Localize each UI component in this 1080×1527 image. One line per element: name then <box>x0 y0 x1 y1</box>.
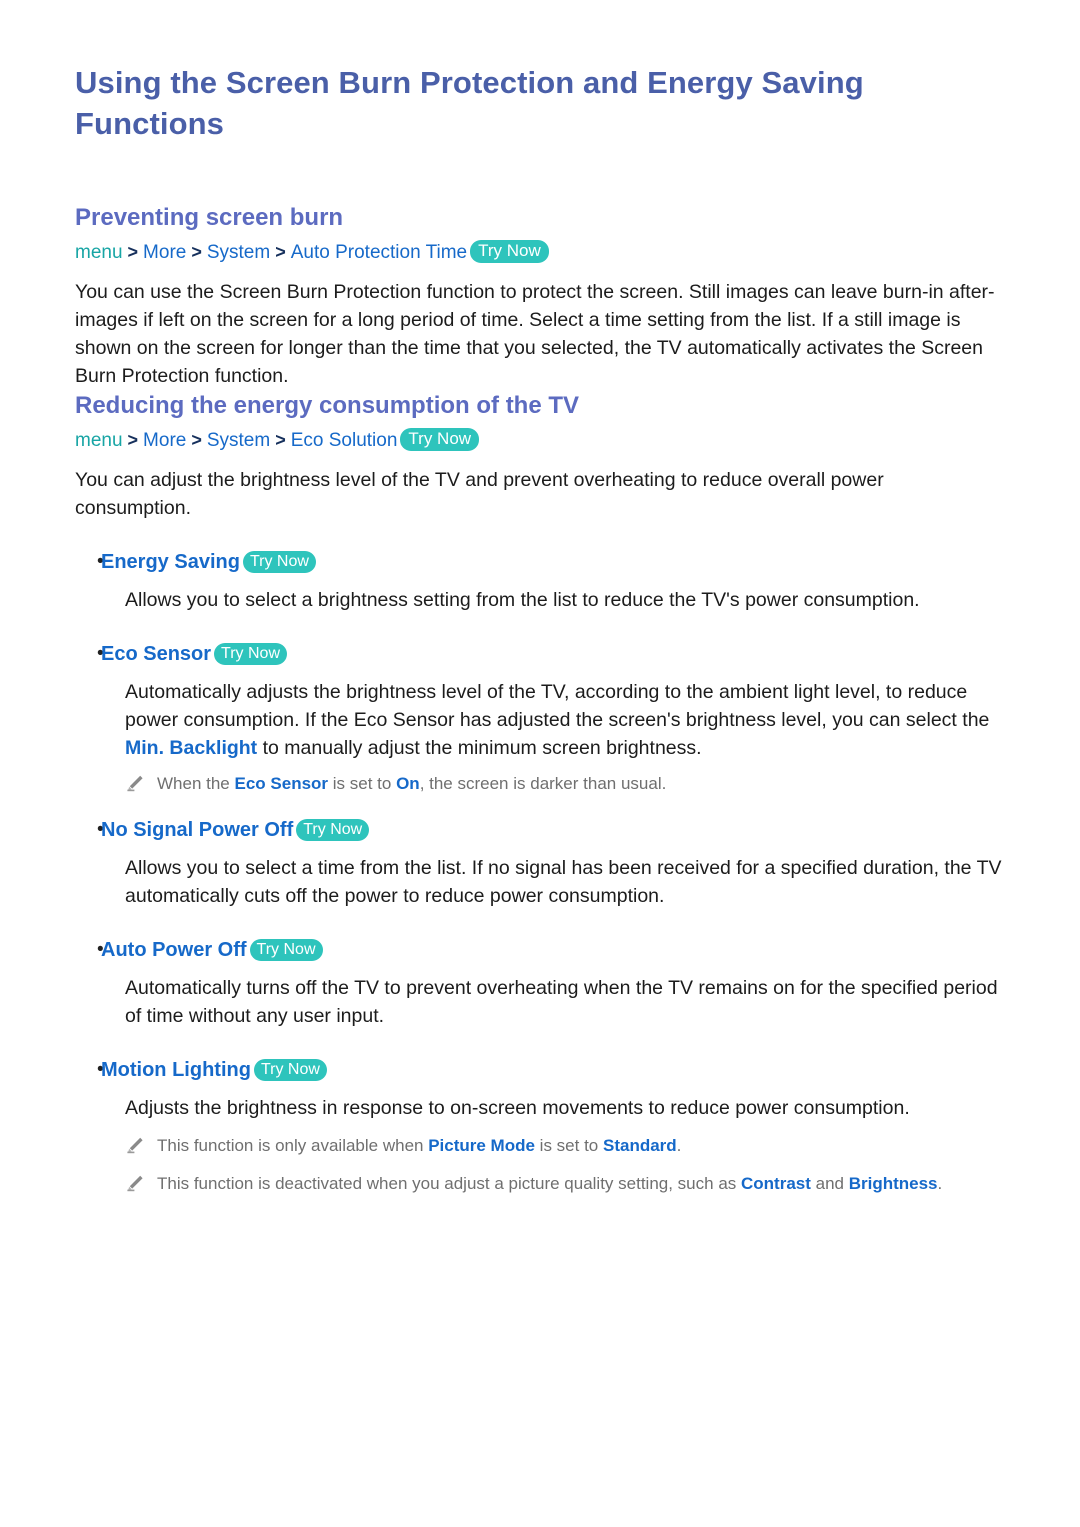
feature-description: Automatically turns off the TV to preven… <box>125 974 1005 1030</box>
desc-part-1: Automatically adjusts the brightness lev… <box>125 681 990 731</box>
feature-description-text: Automatically turns off the TV to preven… <box>125 977 998 1027</box>
desc-part-2: to manually adjust the minimum screen br… <box>257 737 702 759</box>
feature-description: Automatically adjusts the brightness lev… <box>125 678 1005 762</box>
note-part-2: and <box>810 1174 849 1193</box>
note-row: This function is only available when Pic… <box>125 1134 1005 1158</box>
list-item: Auto Power OffTry Now <box>75 936 1005 964</box>
try-now-badge[interactable]: Try Now <box>249 939 323 961</box>
note-part-1: This function is only available when <box>157 1136 429 1155</box>
note-row: When the Eco Sensor is set to On, the sc… <box>125 772 1005 796</box>
bullet-icon <box>75 548 101 576</box>
chevron-right-icon: > <box>191 430 202 450</box>
breadcrumb-item-more[interactable]: More <box>143 242 186 263</box>
breadcrumb-item-eco-solution[interactable]: Eco Solution <box>291 430 398 451</box>
breadcrumb: menu > More > System > Auto Protection Time Try… <box>75 239 1005 266</box>
try-now-badge[interactable]: Try Now <box>253 1059 327 1081</box>
feature-label-text: Motion Lighting <box>101 1059 251 1081</box>
feature-label-energy-saving[interactable]: Energy Saving Try Now <box>101 548 316 576</box>
document-content: Using the Screen Burn Protection and Ene… <box>75 62 1005 1210</box>
feature-description: Allows you to select a time from the lis… <box>125 854 1005 910</box>
note-part-2: is set to <box>328 774 397 793</box>
chevron-right-icon: > <box>127 430 139 450</box>
note-part-3: . <box>676 1136 682 1155</box>
feature-description-text: Allows you to select a time from the lis… <box>125 857 1002 907</box>
bullet-icon <box>75 640 101 668</box>
note-part-3: . <box>937 1174 943 1193</box>
note-part-1: When the <box>157 774 235 793</box>
pencil-icon <box>125 1136 157 1160</box>
breadcrumb-root[interactable]: menu <box>75 430 123 451</box>
note-part-2: is set to <box>534 1136 603 1155</box>
document-page: Using the Screen Burn Protection and Ene… <box>0 0 1080 1527</box>
note-bold-picture-mode: Picture Mode <box>428 1136 535 1155</box>
pencil-icon <box>125 1174 157 1198</box>
try-now-badge[interactable]: Try Now <box>400 428 480 451</box>
section-heading: Preventing screen burn <box>75 204 344 231</box>
section-paragraph: You can adjust the brightness level of t… <box>75 469 884 519</box>
feature-label-text: No Signal Power Off <box>101 819 294 841</box>
section-reducing-energy-consumption: Reducing the energy consumption of the T… <box>75 390 1005 522</box>
try-now-badge[interactable]: Try Now <box>470 240 549 263</box>
feature-label-text: Energy Saving <box>101 551 240 573</box>
section-heading: Reducing the energy consumption of the T… <box>75 392 580 419</box>
list-item: Eco SensorTry Now <box>75 640 1005 668</box>
feature-description: Adjusts the brightness in response to on… <box>125 1094 1005 1122</box>
try-now-badge[interactable]: Try Now <box>242 551 316 573</box>
note-text: This function is only available when Pic… <box>157 1134 681 1158</box>
note-bold-on: On <box>396 774 420 793</box>
list-item: No Signal Power OffTry Now <box>75 816 1005 844</box>
feature-label-no-signal-power-off[interactable]: No Signal Power Off Try Now <box>101 816 370 844</box>
breadcrumb-item-auto-protection-time[interactable]: Auto Protection Time <box>291 242 467 263</box>
note-row: This function is deactivated when you ad… <box>125 1172 1005 1196</box>
note-part-1: This function is deactivated when you ad… <box>157 1174 741 1193</box>
feature-description-text: Adjusts the brightness in response to on… <box>125 1097 910 1119</box>
breadcrumb: menu > More > System > Eco Solution Try Now <box>75 427 1005 454</box>
feature-label-motion-lighting[interactable]: Motion Lighting Try Now <box>101 1056 327 1084</box>
chevron-right-icon: > <box>127 242 139 262</box>
note-text: This function is deactivated when you ad… <box>157 1172 942 1196</box>
page-title: Using the Screen Burn Protection and Ene… <box>75 65 864 141</box>
breadcrumb-root[interactable]: menu <box>75 242 123 263</box>
note-bold-eco-sensor: Eco Sensor <box>234 774 329 793</box>
note-bold-contrast: Contrast <box>741 1174 811 1193</box>
list-item: Motion LightingTry Now <box>75 1056 1005 1084</box>
section-preventing-screen-burn: Preventing screen burn menu > More > System >… <box>75 202 1005 390</box>
feature-label-text: Eco Sensor <box>101 643 212 665</box>
note-text: When the Eco Sensor is set to On, the sc… <box>157 772 666 796</box>
list-item: Energy SavingTry Now <box>75 548 1005 576</box>
chevron-right-icon: > <box>275 242 286 262</box>
feature-description-text: Allows you to select a brightness settin… <box>125 589 920 611</box>
pencil-icon <box>125 774 157 798</box>
bullet-icon <box>75 936 101 964</box>
breadcrumb-item-system[interactable]: System <box>207 430 270 451</box>
try-now-badge[interactable]: Try Now <box>214 643 288 665</box>
breadcrumb-item-system[interactable]: System <box>207 242 270 263</box>
bullet-icon <box>75 1056 101 1084</box>
feature-label-eco-sensor[interactable]: Eco Sensor Try Now <box>101 640 288 668</box>
try-now-badge[interactable]: Try Now <box>296 819 370 841</box>
feature-label-text: Auto Power Off <box>101 939 247 961</box>
inline-link-min-backlight[interactable]: Min. Backlight <box>125 737 257 759</box>
bullet-icon <box>75 816 101 844</box>
breadcrumb-item-more[interactable]: More <box>143 430 186 451</box>
section-paragraph: You can use the Screen Burn Protection f… <box>75 281 995 387</box>
feature-description-text: Automatically adjusts the brightness lev… <box>125 678 1005 762</box>
note-bold-brightness: Brightness <box>848 1174 938 1193</box>
note-part-3: , the screen is darker than usual. <box>419 774 667 793</box>
feature-description: Allows you to select a brightness settin… <box>125 586 1005 614</box>
feature-label-auto-power-off[interactable]: Auto Power Off Try Now <box>101 936 323 964</box>
note-bold-standard: Standard <box>602 1136 677 1155</box>
chevron-right-icon: > <box>275 430 286 450</box>
chevron-right-icon: > <box>191 242 202 262</box>
